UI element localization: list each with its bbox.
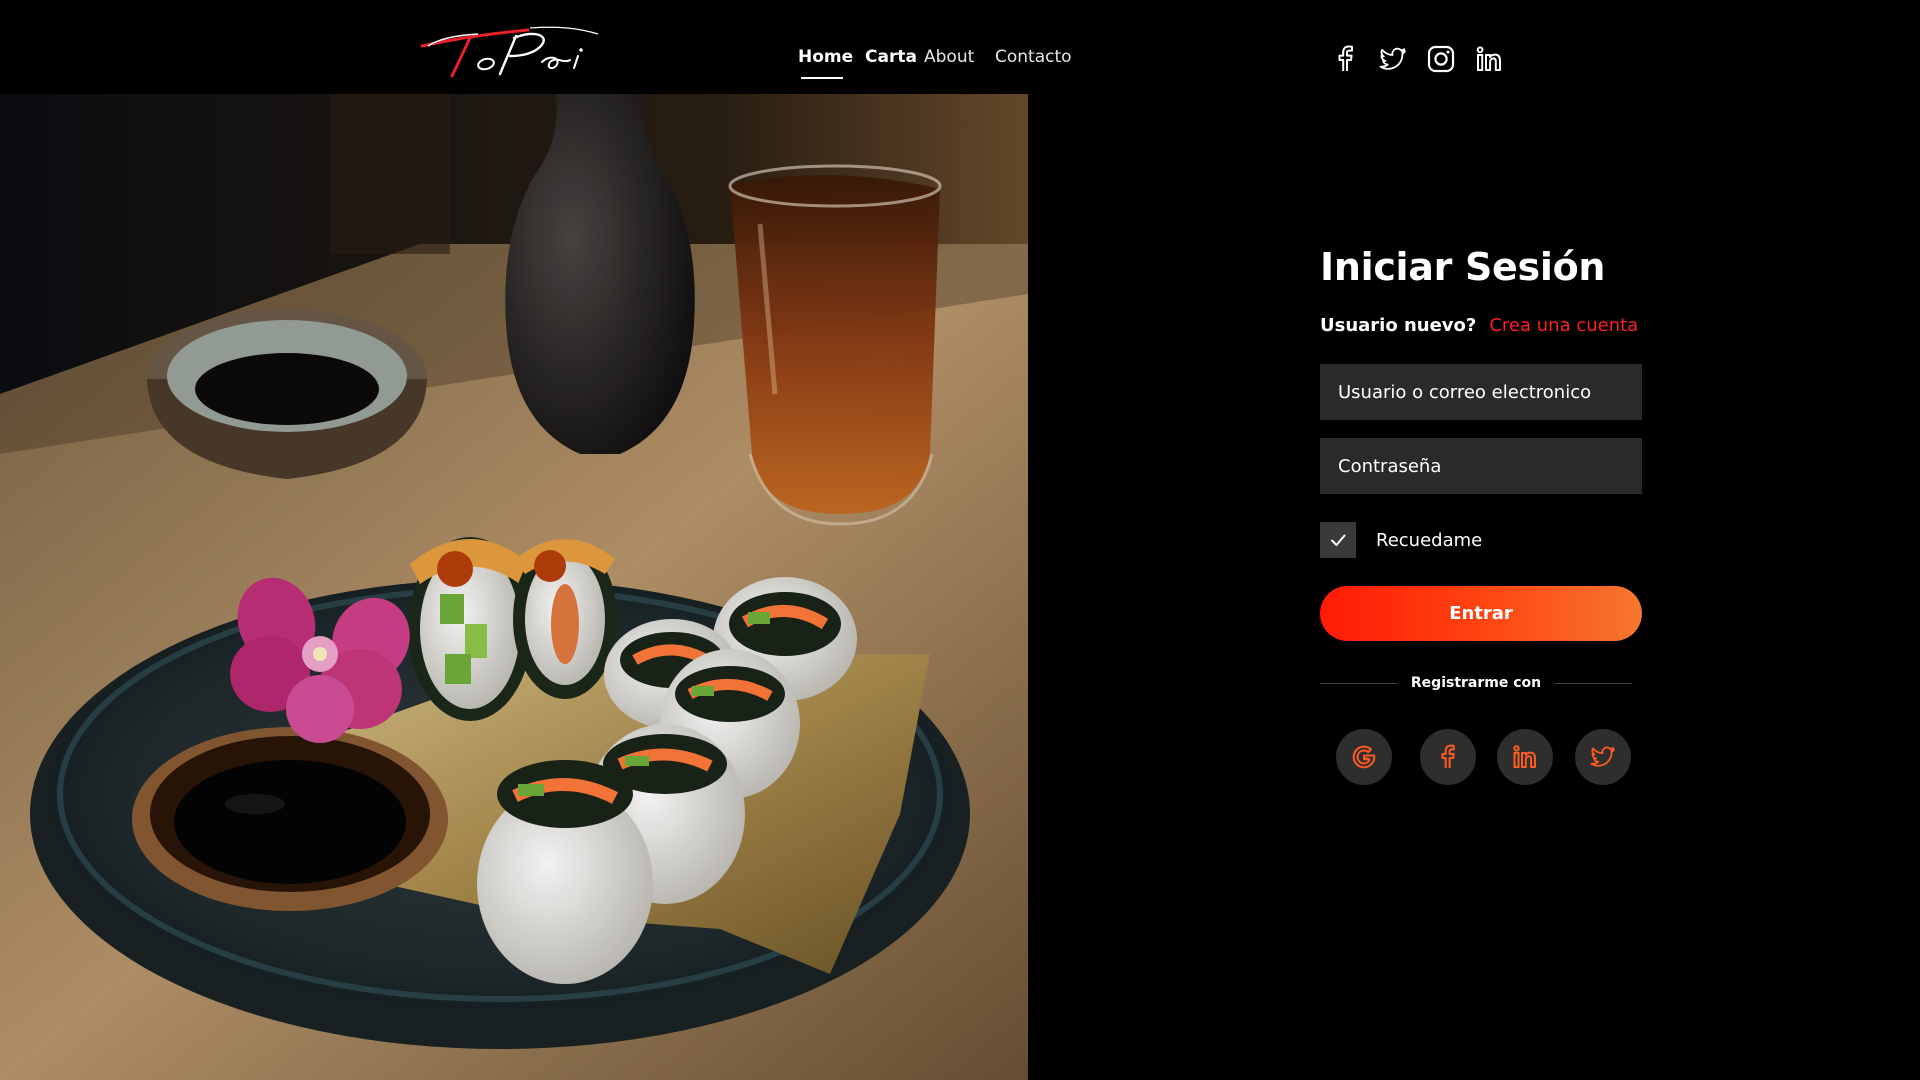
brand-logo[interactable]	[418, 24, 604, 80]
linkedin-icon	[1513, 745, 1536, 768]
site-header: Home Carta About Contacto	[0, 0, 1920, 94]
sushi-photo	[0, 94, 1028, 1080]
create-account-link[interactable]: Crea una cuenta	[1489, 315, 1638, 336]
login-panel: Iniciar Sesión Usuario nuevo? Crea una c…	[1320, 245, 1642, 785]
login-title: Iniciar Sesión	[1320, 245, 1606, 289]
remember-label: Recuedame	[1376, 529, 1483, 551]
divider-line-left	[1320, 682, 1397, 684]
nav-active-indicator	[801, 77, 843, 79]
register-divider: Registrarme con	[1320, 675, 1632, 691]
twitter-icon[interactable]	[1378, 44, 1408, 74]
register-with-label: Registrarme con	[1410, 675, 1542, 691]
check-icon	[1331, 534, 1346, 546]
divider-line-right	[1555, 682, 1632, 684]
instagram-icon[interactable]	[1426, 44, 1456, 74]
username-input[interactable]	[1338, 381, 1642, 403]
nav-about[interactable]: About	[924, 47, 974, 67]
linkedin-icon[interactable]	[1474, 44, 1504, 74]
nav-home[interactable]: Home	[798, 47, 853, 67]
new-user-label: Usuario nuevo?	[1320, 315, 1477, 336]
new-user-row: Usuario nuevo? Crea una cuenta	[1320, 315, 1642, 336]
facebook-icon[interactable]	[1330, 44, 1360, 74]
remember-row: Recuedame	[1320, 522, 1642, 558]
google-icon	[1352, 745, 1376, 769]
google-login-button[interactable]	[1336, 729, 1392, 785]
facebook-icon	[1441, 744, 1455, 768]
facebook-login-button[interactable]	[1420, 729, 1476, 785]
linkedin-login-button[interactable]	[1497, 729, 1553, 785]
remember-checkbox[interactable]	[1320, 522, 1356, 558]
hero-image	[0, 94, 1028, 1080]
enter-button[interactable]: Entrar	[1320, 586, 1642, 641]
nav-carta[interactable]: Carta	[865, 47, 917, 67]
username-field-wrapper	[1320, 364, 1642, 420]
social-login-row	[1320, 729, 1642, 785]
twitter-icon	[1590, 746, 1615, 767]
password-input[interactable]	[1338, 455, 1642, 477]
nav-contacto[interactable]: Contacto	[995, 47, 1072, 67]
logo-wordmark	[420, 26, 599, 78]
password-field-wrapper	[1320, 438, 1642, 494]
twitter-login-button[interactable]	[1575, 729, 1631, 785]
